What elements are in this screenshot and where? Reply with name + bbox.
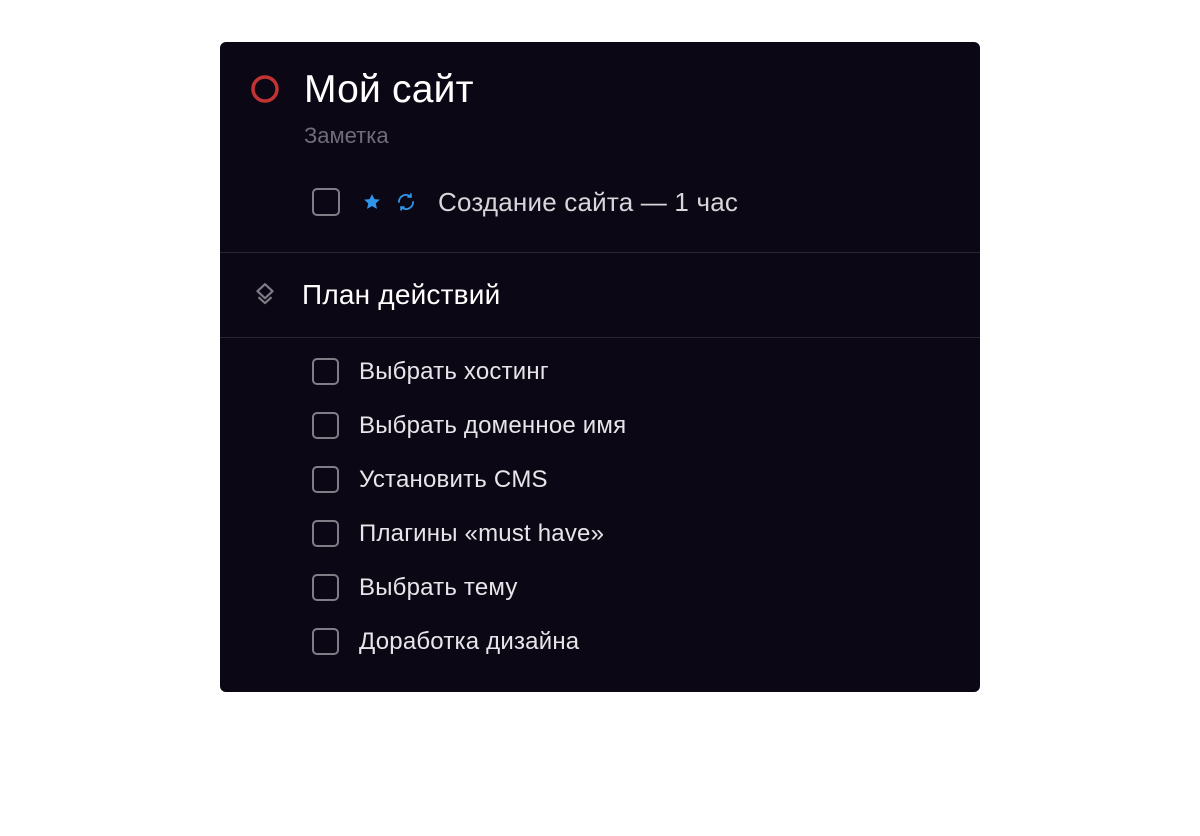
heading-diamond-icon bbox=[252, 282, 278, 308]
task-item[interactable]: Выбрать доменное имя bbox=[312, 412, 950, 440]
task-checkbox[interactable] bbox=[312, 358, 339, 385]
task-item[interactable]: Установить CMS bbox=[312, 466, 950, 494]
project-header: Мой сайт Заметка bbox=[220, 42, 980, 157]
task-label: Выбрать тему bbox=[359, 574, 518, 602]
task-item[interactable]: Выбрать тему bbox=[312, 574, 950, 602]
task-label: Установить CMS bbox=[359, 466, 548, 494]
project-header-text: Мой сайт Заметка bbox=[304, 68, 474, 149]
task-item[interactable]: Плагины «must have» bbox=[312, 520, 950, 548]
section-header[interactable]: План действий bbox=[220, 253, 980, 337]
task-checkbox[interactable] bbox=[312, 628, 339, 655]
status-circle-icon[interactable] bbox=[250, 74, 280, 104]
main-task-checkbox[interactable] bbox=[312, 188, 340, 216]
task-checkbox[interactable] bbox=[312, 574, 339, 601]
repeat-icon[interactable] bbox=[396, 192, 416, 212]
task-item[interactable]: Доработка дизайна bbox=[312, 628, 950, 656]
task-label: Плагины «must have» bbox=[359, 520, 604, 548]
task-checkbox[interactable] bbox=[312, 520, 339, 547]
section-title: План действий bbox=[302, 279, 500, 311]
task-item[interactable]: Выбрать хостинг bbox=[312, 358, 950, 386]
task-label: Выбрать хостинг bbox=[359, 358, 549, 386]
project-subtitle[interactable]: Заметка bbox=[304, 123, 474, 149]
main-task-label: Создание сайта — 1 час bbox=[438, 187, 738, 218]
task-label: Доработка дизайна bbox=[359, 628, 579, 656]
task-list: Выбрать хостинг Выбрать доменное имя Уст… bbox=[220, 338, 980, 692]
main-task-row[interactable]: Создание сайта — 1 час bbox=[220, 157, 980, 252]
task-checkbox[interactable] bbox=[312, 412, 339, 439]
task-label: Выбрать доменное имя bbox=[359, 412, 626, 440]
project-card: Мой сайт Заметка Создание сайта — 1 час bbox=[220, 42, 980, 692]
project-title[interactable]: Мой сайт bbox=[304, 68, 474, 113]
star-icon[interactable] bbox=[362, 192, 382, 212]
task-checkbox[interactable] bbox=[312, 466, 339, 493]
